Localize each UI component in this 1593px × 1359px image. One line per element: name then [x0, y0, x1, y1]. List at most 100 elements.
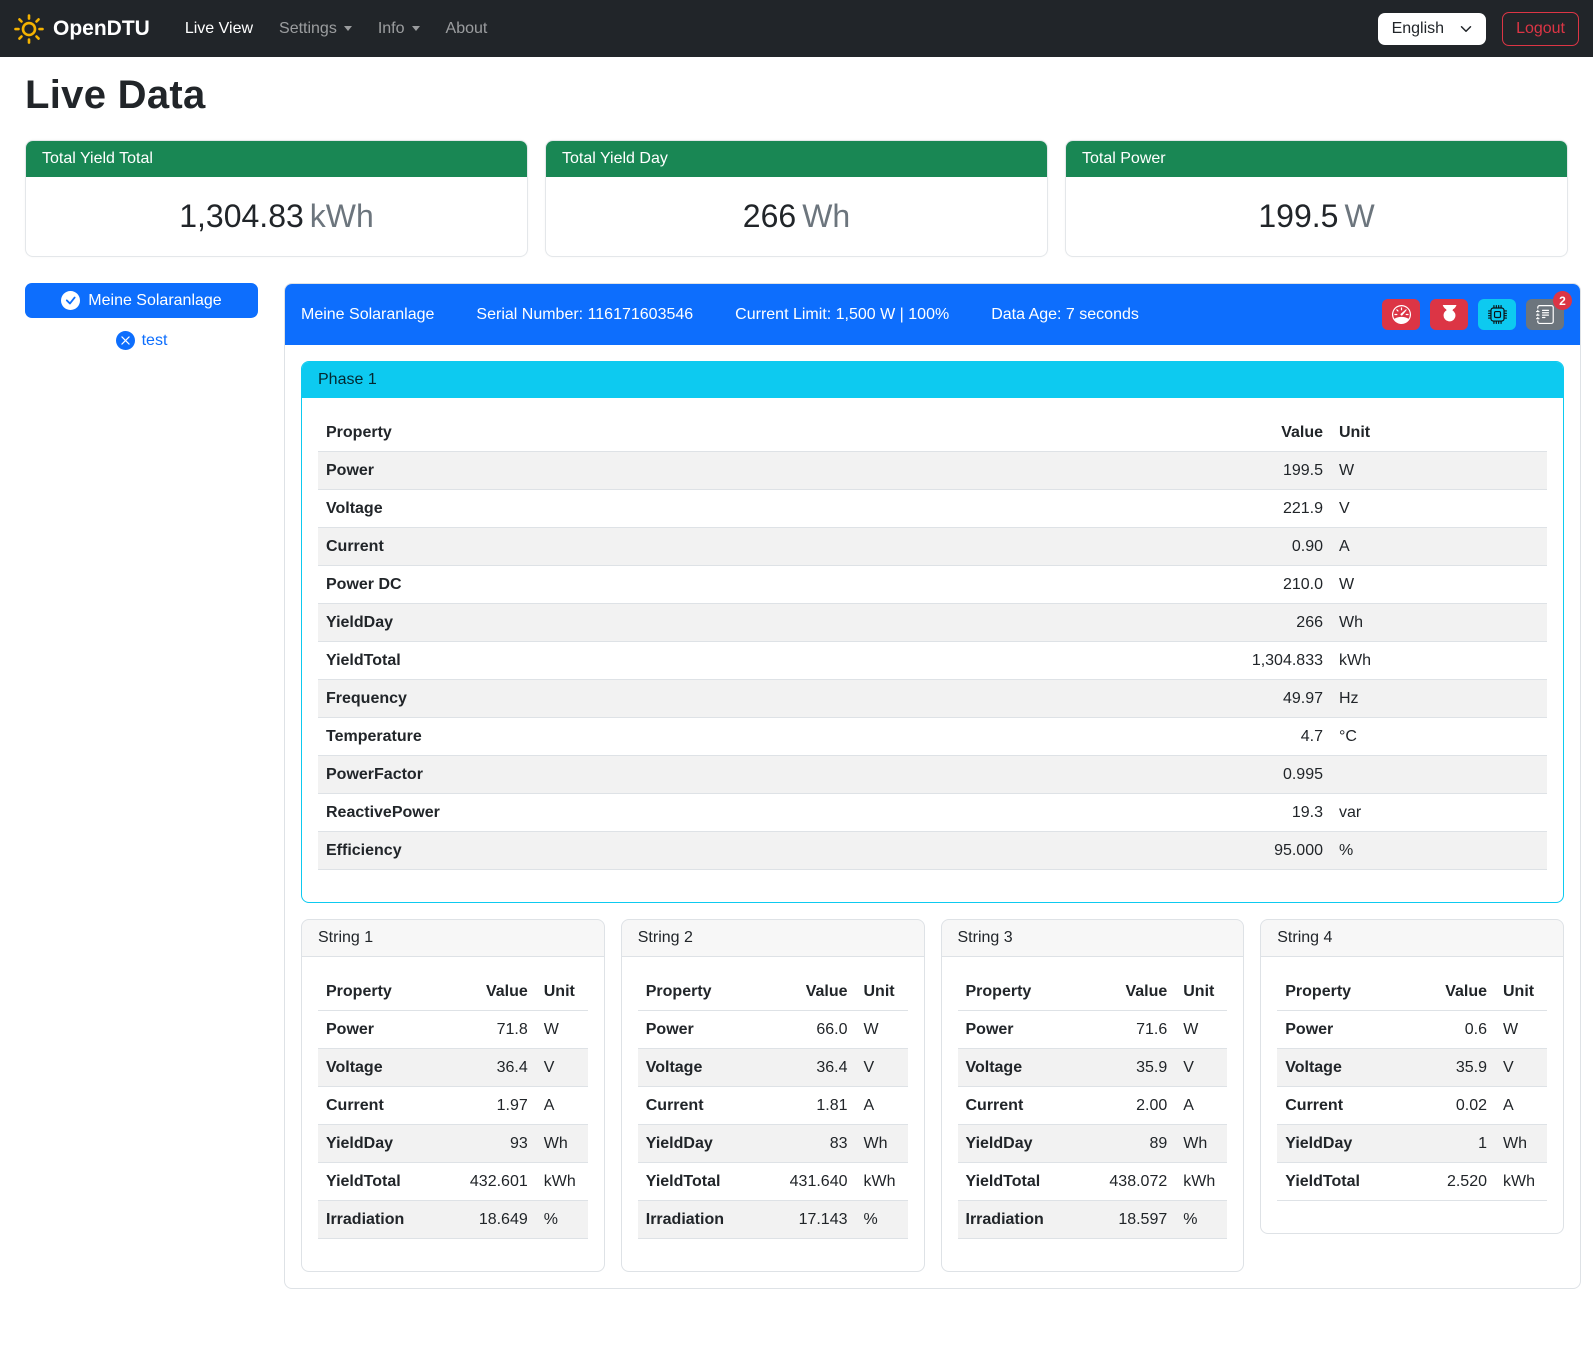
table-row: Current0.02A [1277, 1087, 1547, 1125]
nav-item-live-view[interactable]: Live View [172, 12, 266, 46]
card-title: Total Power [1066, 141, 1567, 177]
inverter-card: Meine Solaranlage Serial Number: 1161716… [284, 283, 1581, 1289]
total-yield-total-card: Total Yield Total 1,304.83kWh [25, 140, 528, 257]
column-header-unit: Unit [856, 973, 908, 1011]
event-log-button[interactable]: 2 [1526, 299, 1564, 330]
string-1-table: Property Value Unit Power71.8W Voltage36… [318, 973, 588, 1239]
column-header-unit: Unit [1495, 973, 1547, 1011]
total-power-card: Total Power 199.5W [1065, 140, 1568, 257]
nav-item-about[interactable]: About [433, 12, 501, 46]
string-2-card: String 2 Property Value Unit Pow [621, 919, 925, 1272]
navbar: OpenDTU Live View Settings Info About En… [0, 0, 1593, 57]
string-1-header: String 1 [302, 920, 604, 957]
table-row: Power66.0W [638, 1011, 908, 1049]
chevron-down-icon [344, 26, 352, 31]
table-row: Power199.5W [318, 452, 1547, 490]
phase-1-card: Phase 1 Property Value Unit [301, 361, 1564, 903]
table-row: YieldDay1Wh [1277, 1125, 1547, 1163]
column-header-unit: Unit [536, 973, 588, 1011]
column-header-value: Value [1211, 414, 1331, 452]
string-3-table: Property Value Unit Power71.6W Voltage35… [958, 973, 1228, 1239]
table-row: Power0.6W [1277, 1011, 1547, 1049]
chevron-down-icon [412, 26, 420, 31]
table-row: YieldTotal432.601kWh [318, 1163, 588, 1201]
speedometer-icon [1392, 305, 1411, 324]
table-row: YieldTotal438.072kWh [958, 1163, 1228, 1201]
page-title: Live Data [25, 73, 1568, 118]
string-4-header: String 4 [1261, 920, 1563, 957]
column-header-property: Property [318, 973, 440, 1011]
table-row: YieldTotal2.520kWh [1277, 1163, 1547, 1201]
inverter-select-button[interactable]: Meine Solaranlage [25, 283, 258, 318]
phase-1-header: Phase 1 [302, 362, 1563, 398]
card-title: Total Yield Day [546, 141, 1047, 177]
inverter-card-header: Meine Solaranlage Serial Number: 1161716… [285, 284, 1580, 345]
inverter-test-link[interactable]: test [25, 331, 258, 350]
column-header-value: Value [1399, 973, 1495, 1011]
check-circle-icon [61, 291, 80, 310]
unit: W [1344, 198, 1374, 234]
string-1-card: String 1 Property Value Unit Pow [301, 919, 605, 1272]
table-row: YieldDay266Wh [318, 604, 1547, 642]
table-row: Current1.97A [318, 1087, 588, 1125]
total-yield-day-card: Total Yield Day 266Wh [545, 140, 1048, 257]
string-4-table: Property Value Unit Power0.6W Voltage35.… [1277, 973, 1547, 1201]
table-row: Power71.6W [958, 1011, 1228, 1049]
unit: Wh [802, 198, 850, 234]
string-3-header: String 3 [942, 920, 1244, 957]
language-value: English [1392, 20, 1444, 38]
inverter-data-age: Data Age: 7 seconds [991, 306, 1139, 324]
string-3-card: String 3 Property Value Unit Pow [941, 919, 1245, 1272]
language-select[interactable]: English [1378, 13, 1486, 45]
table-row: Temperature4.7°C [318, 718, 1547, 756]
table-row: Voltage36.4V [638, 1049, 908, 1087]
table-row: Current0.90A [318, 528, 1547, 566]
inverter-name: Meine Solaranlage [301, 306, 434, 324]
table-row: Power71.8W [318, 1011, 588, 1049]
column-header-property: Property [1277, 973, 1399, 1011]
value: 1,304.83 [179, 198, 304, 234]
string-2-table: Property Value Unit Power66.0W Voltage36… [638, 973, 908, 1239]
inverter-actions: 2 [1382, 299, 1564, 330]
power-icon [1440, 305, 1459, 324]
nav-item-settings[interactable]: Settings [266, 12, 365, 46]
column-header-value: Value [440, 973, 536, 1011]
value: 199.5 [1258, 198, 1338, 234]
strings-row: String 1 Property Value Unit Pow [301, 919, 1564, 1272]
card-title: Total Yield Total [26, 141, 527, 177]
string-2-header: String 2 [622, 920, 924, 957]
table-row: YieldTotal431.640kWh [638, 1163, 908, 1201]
navbar-right: English Logout [1378, 12, 1579, 46]
nav-item-info[interactable]: Info [365, 12, 433, 46]
brand-label: OpenDTU [53, 17, 150, 41]
nav-links: Live View Settings Info About [172, 12, 501, 46]
x-circle-icon [116, 331, 135, 350]
table-row: Current1.81A [638, 1087, 908, 1125]
sun-icon [14, 14, 44, 44]
power-button[interactable] [1430, 299, 1468, 330]
table-row: YieldTotal1,304.833kWh [318, 642, 1547, 680]
column-header-unit: Unit [1331, 414, 1547, 452]
logout-button[interactable]: Logout [1502, 12, 1579, 46]
card-value: 199.5W [1066, 177, 1567, 256]
device-info-button[interactable] [1478, 299, 1516, 330]
chevron-down-icon [1460, 23, 1472, 35]
table-row: Efficiency95.000% [318, 832, 1547, 870]
phase-1-table: Property Value Unit Power199.5W Voltage2… [318, 414, 1547, 870]
column-header-property: Property [638, 973, 760, 1011]
unit: kWh [310, 198, 374, 234]
table-row: Voltage221.9V [318, 490, 1547, 528]
test-link-label: test [142, 332, 168, 350]
journal-text-icon [1536, 305, 1555, 324]
table-row: YieldDay83Wh [638, 1125, 908, 1163]
brand[interactable]: OpenDTU [14, 14, 150, 44]
card-value: 1,304.83kWh [26, 177, 527, 256]
inverter-sidebar: Meine Solaranlage test [25, 283, 258, 350]
table-row: Voltage35.9V [958, 1049, 1228, 1087]
event-count-badge: 2 [1553, 291, 1572, 310]
summary-cards-row: Total Yield Total 1,304.83kWh Total Yiel… [25, 140, 1568, 257]
inverter-select-label: Meine Solaranlage [88, 292, 221, 310]
column-header-unit: Unit [1175, 973, 1227, 1011]
limit-settings-button[interactable] [1382, 299, 1420, 330]
table-row: Power DC210.0W [318, 566, 1547, 604]
